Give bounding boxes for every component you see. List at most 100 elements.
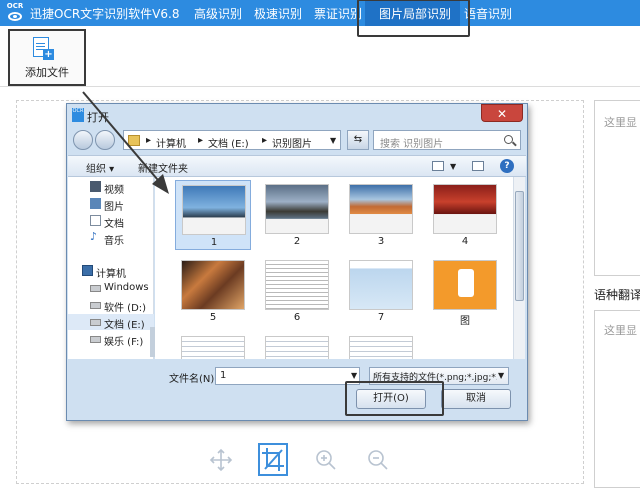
add-file-label: 添加文件 <box>25 66 69 79</box>
new-folder-button[interactable]: 新建文件夹 <box>138 160 188 175</box>
refresh-button[interactable]: ⇆ <box>347 130 369 150</box>
chevron-down-icon[interactable]: ▼ <box>330 136 336 145</box>
tab-advanced[interactable]: 高级识别 <box>194 5 242 22</box>
file-thumbnail <box>181 336 245 359</box>
search-icon <box>504 135 513 144</box>
close-button[interactable]: ✕ <box>481 104 523 122</box>
file-item[interactable]: 5 <box>175 256 251 326</box>
file-thumbnail <box>265 184 329 234</box>
file-item[interactable]: 2 <box>259 180 335 250</box>
nav-item-drive-f[interactable]: 娱乐 (F:) <box>68 331 154 348</box>
view-options-icon[interactable] <box>432 161 444 171</box>
dialog-title: 打开 <box>87 111 109 124</box>
file-name: 5 <box>209 312 217 323</box>
file-thumbnail <box>265 260 329 310</box>
breadcrumb-folder[interactable]: 识别图片 <box>272 135 312 150</box>
file-item[interactable]: 图 <box>427 256 503 327</box>
navigation-pane: 视频 图片 文档 ♪ 音乐 计算机 Windows 软件 (D:) 文档 (E: <box>68 177 155 359</box>
file-thumbnail <box>349 336 413 359</box>
filename-label: 文件名(N): <box>169 374 218 385</box>
file-thumbnail <box>349 260 413 310</box>
tab-highlight-box <box>357 0 470 37</box>
drive-icon <box>90 285 101 292</box>
file-thumbnail <box>265 336 329 359</box>
file-item[interactable]: 3 <box>343 180 419 250</box>
phone-icon <box>458 269 474 297</box>
back-button[interactable] <box>73 130 93 150</box>
crop-button[interactable] <box>258 443 288 476</box>
scrollbar-thumb[interactable] <box>515 191 524 301</box>
forward-button[interactable] <box>95 130 115 150</box>
dialog-titlebar[interactable]: OCR 打开 ✕ <box>67 104 527 126</box>
view-dropdown-icon[interactable]: ▼ <box>450 162 456 171</box>
computer-icon <box>82 265 93 276</box>
tab-voice[interactable]: 语音识别 <box>464 5 512 22</box>
chevron-down-icon[interactable]: ▼ <box>351 371 357 380</box>
app-bar: OCR 迅捷OCR文字识别软件V6.8 高级识别 极速识别 票证识别 图片局部识… <box>0 0 640 26</box>
file-item[interactable] <box>175 332 251 359</box>
move-icon[interactable] <box>208 446 234 474</box>
file-name: 4 <box>461 236 469 247</box>
file-name: 3 <box>377 236 385 247</box>
plus-icon: + <box>43 49 54 60</box>
filename-input[interactable]: 1 ▼ <box>215 367 360 385</box>
nav-item-windows[interactable]: Windows <box>68 280 154 296</box>
nav-item-music[interactable]: ♪ 音乐 <box>68 230 154 247</box>
help-icon[interactable]: ? <box>500 159 514 173</box>
file-item[interactable] <box>343 332 419 359</box>
nav-item-drive-e[interactable]: 文档 (E:) <box>68 314 154 331</box>
file-thumbnail <box>182 185 246 235</box>
command-bar: 组织 ▾ 新建文件夹 ▼ ? <box>68 155 526 177</box>
eye-icon <box>8 12 22 21</box>
file-list: 1 2 3 4 5 6 7 图 <box>155 177 515 359</box>
search-placeholder: 搜索 识别图片 <box>380 139 444 150</box>
file-thumbnail <box>181 260 245 310</box>
file-thumbnail <box>433 184 497 234</box>
nav-item-pictures[interactable]: 图片 <box>68 196 154 213</box>
app-logo: OCR <box>4 0 26 26</box>
breadcrumb-drive[interactable]: 文档 (E:) <box>208 135 249 150</box>
file-thumbnail <box>349 184 413 234</box>
file-item[interactable] <box>259 332 335 359</box>
file-item[interactable]: 4 <box>427 180 503 250</box>
add-file-button[interactable]: + 添加文件 <box>8 29 86 86</box>
file-thumbnail <box>433 260 497 310</box>
cancel-button[interactable]: 取消 <box>441 389 511 409</box>
result-placeholder: 这里显 <box>604 116 637 129</box>
app-title: 迅捷OCR文字识别软件V6.8 <box>30 7 180 21</box>
folder-icon <box>128 135 140 146</box>
tab-ticket[interactable]: 票证识别 <box>314 5 362 22</box>
chevron-down-icon: ▼ <box>498 371 505 380</box>
crop-icon <box>262 448 284 471</box>
logo-text: OCR <box>6 2 24 10</box>
video-icon <box>90 181 101 192</box>
translate-label: 语种翻译 <box>594 288 640 302</box>
filename-value: 1 <box>220 370 227 381</box>
music-icon: ♪ <box>90 230 98 243</box>
dialog-app-icon: OCR <box>72 108 84 122</box>
breadcrumb-computer[interactable]: 计算机 <box>156 135 186 150</box>
nav-item-documents[interactable]: 文档 <box>68 213 154 230</box>
toolbar-divider <box>0 86 640 87</box>
drive-icon <box>90 336 101 343</box>
translate-placeholder: 这里显 <box>604 324 637 337</box>
tab-fast[interactable]: 极速识别 <box>254 5 302 22</box>
drive-icon <box>90 302 101 309</box>
drive-icon <box>90 319 101 326</box>
organize-menu[interactable]: 组织 ▾ <box>86 160 114 175</box>
search-input[interactable]: 搜索 识别图片 <box>373 130 521 150</box>
preview-pane-icon[interactable] <box>472 161 484 171</box>
open-highlight-box <box>345 381 444 416</box>
file-item[interactable]: 7 <box>343 256 419 326</box>
zoom-in-icon[interactable] <box>313 446 339 474</box>
nav-item-videos[interactable]: 视频 <box>68 179 154 196</box>
file-list-scrollbar[interactable] <box>513 177 525 359</box>
open-file-dialog: OCR 打开 ✕ ▸ 计算机 ▸ 文档 (E:) ▸ 识别图片 ▼ ⇆ 搜索 识… <box>66 103 528 421</box>
nav-item-computer[interactable]: 计算机 <box>68 263 154 280</box>
zoom-out-icon[interactable] <box>365 446 391 474</box>
address-bar[interactable]: ▸ 计算机 ▸ 文档 (E:) ▸ 识别图片 ▼ <box>123 130 341 150</box>
file-item[interactable]: 1 <box>175 180 251 250</box>
nav-item-drive-d[interactable]: 软件 (D:) <box>68 297 154 314</box>
file-name: 7 <box>377 312 385 323</box>
file-item[interactable]: 6 <box>259 256 335 326</box>
